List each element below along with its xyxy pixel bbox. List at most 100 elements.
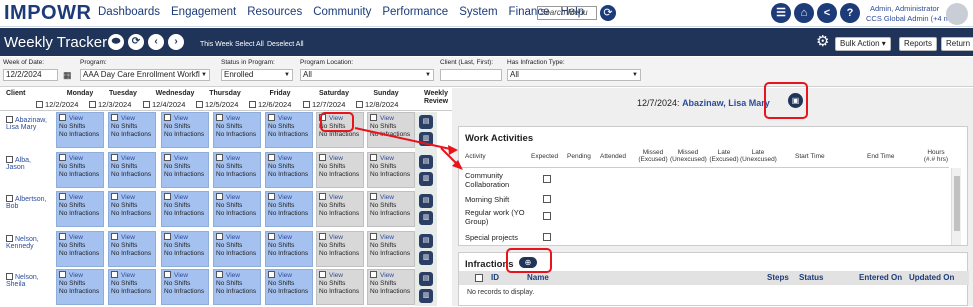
day-date-3[interactable]: 12/5/2024 [196,100,238,109]
day-date-4[interactable]: 12/6/2024 [249,100,291,109]
day-cell[interactable]: View No Shifts No Infractions [161,112,209,148]
day-date-1[interactable]: 12/3/2024 [89,100,131,109]
weekly-review-chart-icon[interactable]: ▥ [419,251,433,265]
impowr-logo[interactable]: IMPOWR [4,2,91,25]
expected-checkbox[interactable] [543,175,551,183]
day-checkbox[interactable] [268,193,275,200]
day-cell[interactable]: View No Shifts No Infractions [161,231,209,267]
view-link[interactable]: View [121,155,135,162]
avatar[interactable] [946,3,968,25]
view-link[interactable]: View [226,234,240,241]
day-cell[interactable]: View No Shifts No Infractions [367,191,415,227]
col-status[interactable]: Status [799,273,823,282]
day-checkbox[interactable] [111,193,118,200]
day-checkbox[interactable] [164,193,171,200]
col-steps[interactable]: Steps [767,273,789,282]
day-checkbox[interactable] [268,233,275,240]
day-checkbox[interactable] [216,193,223,200]
view-link[interactable]: View [278,234,292,241]
this-week-link[interactable]: This Week [200,41,233,48]
nav-dashboards[interactable]: Dashboards [98,6,160,18]
view-link[interactable]: View [174,194,188,201]
reports-button[interactable]: Reports [899,37,938,51]
expected-checkbox[interactable] [543,233,551,241]
day-checkbox[interactable] [164,233,171,240]
client-name[interactable]: Alba, Jason [6,156,31,171]
view-link[interactable]: View [69,234,83,241]
nav-system[interactable]: System [459,6,497,18]
view-link[interactable]: View [380,234,394,241]
day-cell[interactable]: View No Shifts No Infractions [108,191,156,227]
client-checkbox[interactable] [6,156,13,163]
day-checkbox[interactable] [111,154,118,161]
day-checkbox[interactable] [59,114,66,121]
search-menu-input[interactable]: Search Menu [537,6,597,20]
day-cell[interactable]: View No Shifts No Infractions [56,269,104,305]
weekly-review-chart-icon[interactable]: ▥ [419,289,433,303]
day-checkbox[interactable] [111,233,118,240]
location-select[interactable]: All ▼ [300,69,434,81]
client-name[interactable]: Albertson, Bob [6,195,47,210]
day-checkbox[interactable] [370,271,377,278]
view-link[interactable]: View [380,272,394,279]
calendar-icon[interactable]: ▦ [63,70,72,81]
day-cell[interactable]: View No Shifts No Infractions [56,112,104,148]
status-select[interactable]: Enrolled ▼ [221,69,293,81]
day-cell[interactable]: View No Shifts No Infractions [213,152,261,188]
day-cell[interactable]: View No Shifts No Infractions [265,191,313,227]
day-checkbox[interactable] [268,114,275,121]
bulk-action-button[interactable]: Bulk Action ▾ [835,37,891,51]
day-checkbox[interactable] [59,193,66,200]
view-link[interactable]: View [174,272,188,279]
day-checkbox[interactable] [370,233,377,240]
day-checkbox[interactable] [370,193,377,200]
infraction-filter-select[interactable]: All ▼ [507,69,641,81]
client-checkbox[interactable] [6,195,13,202]
day-cell[interactable]: View No Shifts No Infractions [108,152,156,188]
view-link[interactable]: View [329,234,343,241]
gear-icon[interactable]: ⚙ [816,34,832,50]
day-cell[interactable]: View No Shifts No Infractions [367,231,415,267]
view-link[interactable]: View [121,194,135,201]
view-link[interactable]: View [226,115,240,122]
scroll-thumb[interactable] [954,176,960,231]
share-icon[interactable]: < [817,3,837,23]
day-cell[interactable]: View No Shifts No Infractions [56,191,104,227]
day-checkbox[interactable] [216,233,223,240]
view-link[interactable]: View [121,115,135,122]
view-link[interactable]: View [226,155,240,162]
day-cell[interactable]: View No Shifts No Infractions [367,269,415,305]
col-id[interactable]: ID [491,273,499,282]
day-cell[interactable]: View No Shifts No Infractions [161,152,209,188]
select-all-checkbox[interactable] [475,274,483,282]
col-entered-on[interactable]: Entered On [859,273,902,282]
client-name[interactable]: Abazinaw, Lisa Mary [6,116,47,131]
view-link[interactable]: View [278,115,292,122]
client-checkbox[interactable] [6,273,13,280]
client-name[interactable]: Nelson, Sheila [6,273,39,288]
next-week-icon[interactable]: › [168,34,184,50]
day-date-2[interactable]: 12/4/2024 [143,100,185,109]
prev-week-icon[interactable]: ‹ [148,34,164,50]
day-cell[interactable]: View No Shifts No Infractions [265,269,313,305]
nav-performance[interactable]: Performance [382,6,448,18]
view-link[interactable]: View [174,234,188,241]
collapse-icon[interactable]: ⬬ [108,34,124,50]
nav-community[interactable]: Community [313,6,371,18]
expected-checkbox[interactable] [543,212,551,220]
view-link[interactable]: View [278,194,292,201]
day-checkbox[interactable] [319,193,326,200]
day-cell[interactable]: View No Shifts No Infractions [213,231,261,267]
day-cell[interactable]: View No Shifts No Infractions [108,269,156,305]
view-link[interactable]: View [226,194,240,201]
day-cell[interactable]: View No Shifts No Infractions [265,152,313,188]
day-checkbox[interactable] [216,271,223,278]
view-link[interactable]: View [69,155,83,162]
return-button[interactable]: Return [941,37,973,51]
day-checkbox[interactable] [216,114,223,121]
day-checkbox[interactable] [216,154,223,161]
day-checkbox[interactable] [164,114,171,121]
view-link[interactable]: View [69,115,83,122]
client-filter-input[interactable] [440,69,502,81]
day-checkbox[interactable] [268,271,275,278]
